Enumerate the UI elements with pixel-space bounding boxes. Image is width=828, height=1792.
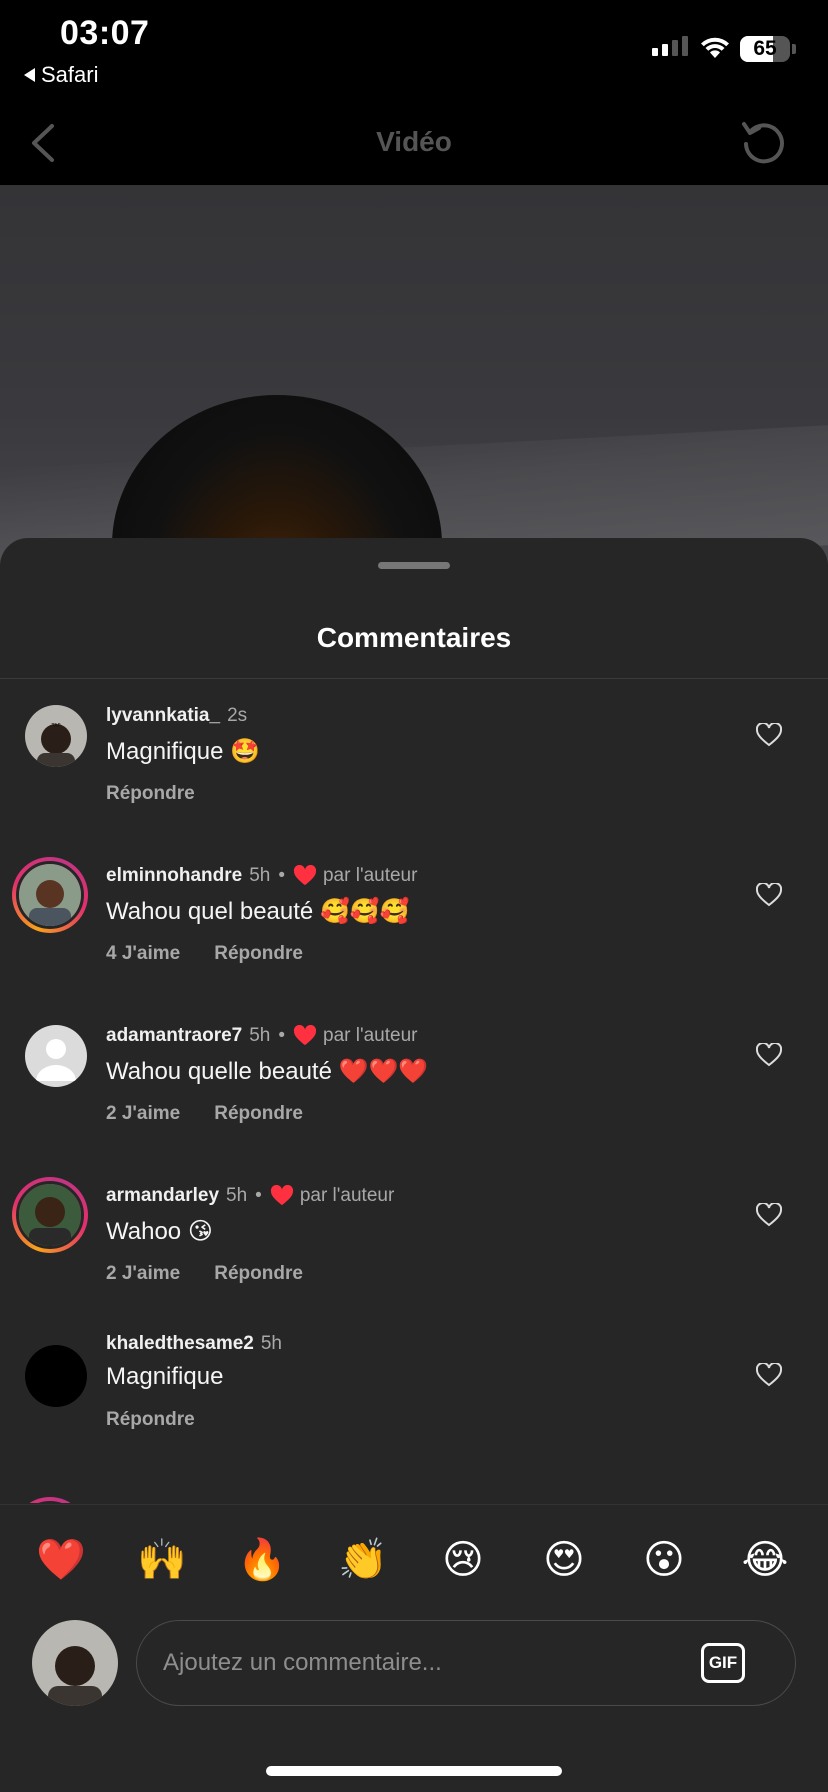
comment-actions: Répondre bbox=[106, 783, 195, 805]
heart-outline-icon[interactable] bbox=[756, 1043, 782, 1067]
comment-item-partial bbox=[0, 1479, 828, 1503]
avatar-default[interactable] bbox=[25, 1025, 87, 1087]
comment-text: Magnifique 🤩 bbox=[106, 738, 260, 765]
emoji-crying-button[interactable]: 😢 bbox=[438, 1535, 488, 1585]
comment-text: Wahou quel beauté 🥰🥰🥰 bbox=[106, 898, 410, 925]
cellular-signal-icon bbox=[652, 36, 688, 56]
status-time: 03:07 bbox=[60, 14, 150, 52]
avatar[interactable]: TAP bbox=[25, 705, 87, 767]
comment-text: Magnifique bbox=[106, 1363, 224, 1390]
comments-list[interactable]: TAP lyvannkatia_ 2s Magnifique 🤩 Répondr… bbox=[0, 679, 828, 1503]
likes-count[interactable]: 2 J'aime bbox=[106, 1263, 180, 1285]
comment-text: Wahoo 😘 bbox=[106, 1218, 213, 1245]
heart-outline-icon[interactable] bbox=[756, 1203, 782, 1227]
heart-outline-icon[interactable] bbox=[756, 723, 782, 747]
comment-item: khaledthesame2 5h Magnifique Répondre bbox=[0, 1319, 828, 1479]
comment-actions: 4 J'aime Répondre bbox=[106, 943, 303, 965]
comment-actions: 2 J'aime Répondre bbox=[106, 1103, 303, 1125]
wifi-icon bbox=[701, 37, 729, 58]
liked-by-author-label: par l'auteur bbox=[323, 1025, 418, 1046]
comment-actions: 2 J'aime Répondre bbox=[106, 1263, 303, 1285]
battery-icon: 65 bbox=[740, 36, 790, 62]
nav-bar: Vidéo bbox=[0, 100, 828, 185]
comment-username[interactable]: khaledthesame2 bbox=[106, 1333, 254, 1355]
comment-input-placeholder: Ajoutez un commentaire... bbox=[163, 1649, 442, 1676]
comment-username[interactable]: armandarley bbox=[106, 1185, 219, 1207]
author-heart-icon bbox=[270, 1185, 293, 1206]
emoji-laughing-button[interactable]: 😂 bbox=[740, 1535, 790, 1585]
comment-username[interactable]: adamantraore7 bbox=[106, 1025, 242, 1047]
comment-meta: khaledthesame2 5h bbox=[106, 1333, 282, 1355]
video-player[interactable] bbox=[0, 185, 828, 565]
liked-by-author-label: par l'auteur bbox=[322, 865, 418, 886]
comment-age: 5h bbox=[249, 1025, 271, 1046]
heart-outline-icon[interactable] bbox=[756, 883, 782, 907]
comment-username[interactable]: lyvannkatia_ bbox=[106, 705, 220, 727]
comment-item: armandarley 5h • par l'auteur Wahoo 😘 2 … bbox=[0, 1159, 828, 1319]
likes-count[interactable]: 4 J'aime bbox=[106, 943, 180, 965]
avatar-story-ring[interactable] bbox=[12, 1177, 88, 1253]
comment-age: 5h bbox=[260, 1333, 282, 1354]
separator-dot: • bbox=[255, 1185, 262, 1206]
reply-button[interactable]: Répondre bbox=[106, 1409, 195, 1431]
comment-meta: armandarley 5h • par l'auteur bbox=[106, 1185, 394, 1207]
svg-text:TAP: TAP bbox=[50, 723, 60, 729]
sheet-title: Commentaires bbox=[316, 622, 512, 653]
comment-age: 5h bbox=[226, 1185, 248, 1206]
comment-text: Wahou quelle beauté ❤️❤️❤️ bbox=[106, 1058, 429, 1085]
emoji-surprised-button[interactable]: 😮 bbox=[639, 1535, 689, 1585]
likes-count[interactable]: 2 J'aime bbox=[106, 1103, 180, 1125]
home-indicator bbox=[266, 1766, 562, 1776]
back-to-app-button[interactable]: Safari bbox=[24, 62, 98, 88]
refresh-icon[interactable] bbox=[738, 116, 790, 168]
emoji-heart-eyes-button[interactable]: 😍 bbox=[539, 1535, 589, 1585]
avatar-story-ring[interactable] bbox=[12, 1497, 88, 1503]
gif-button[interactable]: GIF bbox=[701, 1643, 745, 1683]
author-heart-icon bbox=[294, 1025, 317, 1046]
comment-age: 5h bbox=[249, 865, 271, 886]
avatar-story-ring[interactable] bbox=[12, 857, 88, 933]
comment-input[interactable]: Ajoutez un commentaire... GIF bbox=[136, 1620, 796, 1706]
reply-button[interactable]: Répondre bbox=[214, 943, 303, 965]
comment-actions: Répondre bbox=[106, 1409, 195, 1431]
comment-item: adamantraore7 5h • par l'auteur Wahou qu… bbox=[0, 999, 828, 1159]
reply-button[interactable]: Répondre bbox=[106, 783, 195, 805]
sheet-drag-handle[interactable] bbox=[378, 562, 450, 569]
emoji-clap-button[interactable]: 👏 bbox=[338, 1535, 388, 1585]
comment-meta: adamantraore7 5h • par l'auteur bbox=[106, 1025, 418, 1047]
comment-item: elminnohandre 5h • par l'auteur Wahou qu… bbox=[0, 839, 828, 999]
heart-outline-icon[interactable] bbox=[756, 1363, 782, 1387]
liked-by-author-label: par l'auteur bbox=[299, 1185, 395, 1206]
reply-button[interactable]: Répondre bbox=[214, 1263, 303, 1285]
author-heart-icon bbox=[293, 865, 316, 886]
back-triangle-icon bbox=[24, 68, 35, 82]
comment-username[interactable]: elminnohandre bbox=[106, 865, 242, 887]
page-title: Vidéo bbox=[376, 126, 452, 157]
reply-button[interactable]: Répondre bbox=[214, 1103, 303, 1125]
status-bar: 03:07 Safari 65 bbox=[0, 0, 828, 100]
comment-item: TAP lyvannkatia_ 2s Magnifique 🤩 Répondr… bbox=[0, 679, 828, 839]
emoji-fire-button[interactable]: 🔥 bbox=[237, 1535, 287, 1585]
battery-tip bbox=[792, 44, 796, 54]
separator-dot: • bbox=[278, 1025, 286, 1046]
emoji-reaction-bar: ❤️ 🙌 🔥 👏 😢 😍 😮 😂 bbox=[0, 1504, 828, 1614]
comment-meta: elminnohandre 5h • par l'auteur bbox=[106, 865, 417, 887]
battery-percent: 65 bbox=[753, 37, 777, 60]
back-app-label: Safari bbox=[41, 62, 99, 87]
avatar[interactable] bbox=[25, 1345, 87, 1407]
current-user-avatar bbox=[32, 1620, 118, 1706]
separator-dot: • bbox=[278, 865, 285, 886]
comment-age: 2s bbox=[227, 705, 248, 726]
emoji-heart-button[interactable]: ❤️ bbox=[36, 1535, 86, 1585]
comment-meta: lyvannkatia_ 2s bbox=[106, 705, 247, 727]
emoji-raised-hands-button[interactable]: 🙌 bbox=[137, 1535, 187, 1585]
